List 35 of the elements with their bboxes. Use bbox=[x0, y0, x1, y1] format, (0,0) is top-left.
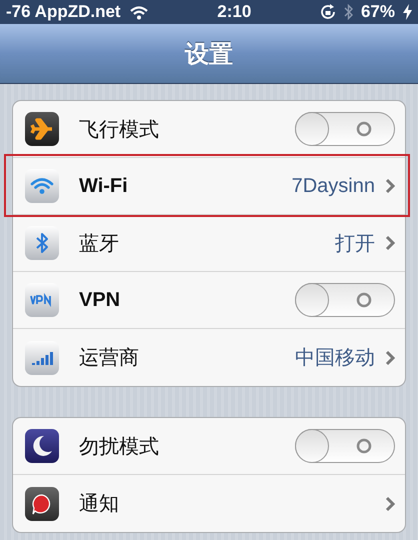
setting-value: 7Daysinn bbox=[292, 174, 375, 198]
clock-time: 2:10 bbox=[217, 2, 252, 22]
wifi-icon bbox=[25, 169, 59, 203]
setting-label[interactable]: 飞行模式 bbox=[79, 116, 159, 142]
chevron-icon bbox=[385, 178, 395, 194]
setting-label[interactable]: 勿扰模式 bbox=[79, 432, 159, 460]
toggle-switch[interactable] bbox=[295, 283, 395, 317]
airplane-icon bbox=[25, 112, 59, 146]
page-title: 设置 bbox=[185, 40, 233, 70]
vpn-icon bbox=[25, 283, 59, 317]
toggle-switch[interactable] bbox=[295, 429, 395, 463]
setting-value: 中国移动 bbox=[295, 346, 375, 371]
signal-bars-icon bbox=[25, 340, 59, 374]
bluetooth-icon bbox=[25, 226, 59, 260]
wifi-icon bbox=[128, 4, 149, 20]
toggle-switch[interactable] bbox=[295, 112, 395, 146]
chevron-icon bbox=[385, 350, 395, 366]
setting-label[interactable]: 运营商 bbox=[79, 344, 139, 371]
moon-icon bbox=[25, 429, 59, 463]
speech-bubble-icon bbox=[25, 486, 59, 520]
setting-label[interactable]: Wi-Fi bbox=[79, 174, 128, 198]
bluetooth-icon bbox=[344, 4, 353, 20]
setting-label[interactable]: 通知 bbox=[79, 490, 119, 517]
setting-label[interactable]: 蓝牙 bbox=[79, 230, 119, 256]
setting-value: 打开 bbox=[335, 232, 375, 256]
chevron-icon bbox=[385, 235, 395, 251]
charging-bolt-icon bbox=[403, 4, 412, 20]
off-circle-icon bbox=[356, 292, 372, 308]
chevron-icon bbox=[385, 496, 395, 512]
carrier-name: -76 AppZD.net bbox=[6, 2, 121, 22]
battery-percent: 67% bbox=[360, 2, 395, 22]
setting-label[interactable]: VPN bbox=[79, 288, 120, 312]
off-circle-icon bbox=[356, 438, 372, 454]
off-circle-icon bbox=[356, 121, 372, 137]
rotation-lock-icon bbox=[320, 4, 336, 20]
